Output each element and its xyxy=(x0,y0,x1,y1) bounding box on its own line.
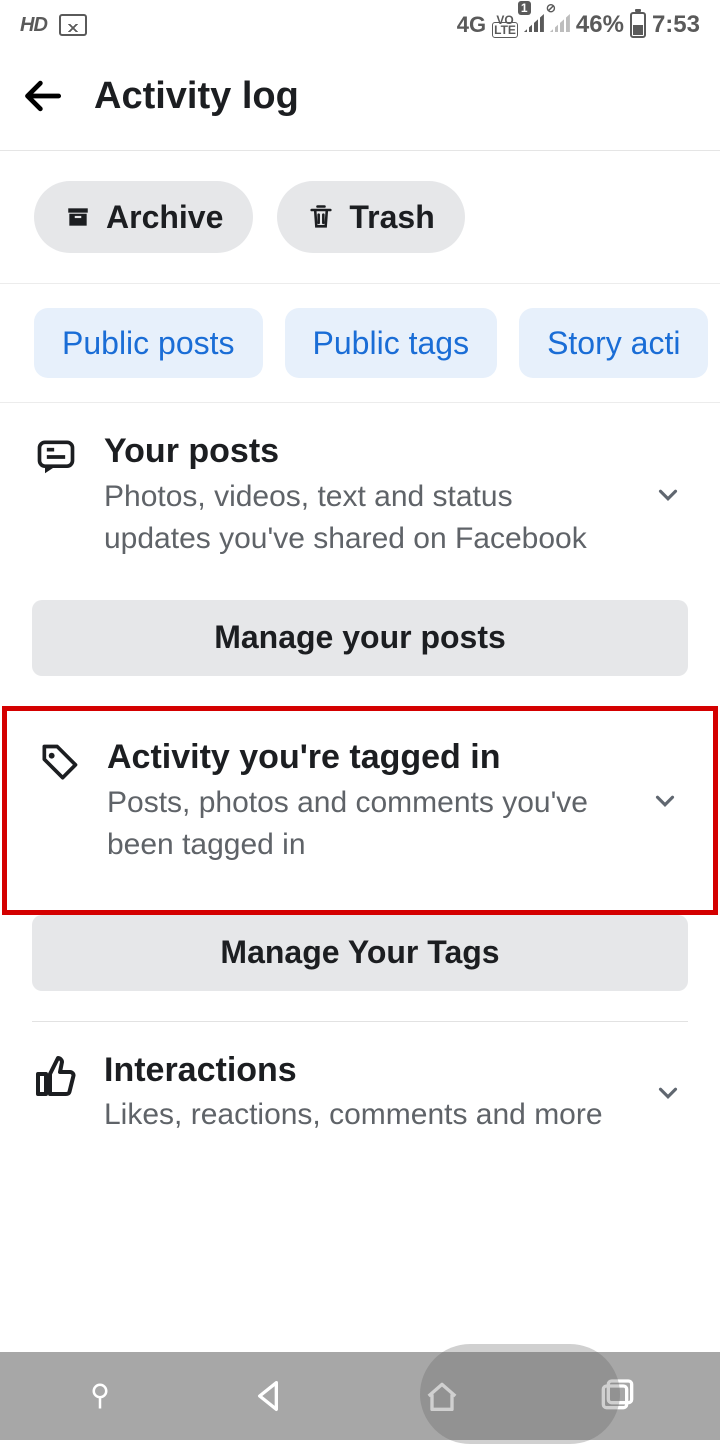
archive-icon xyxy=(64,204,92,230)
volte-icon: VOLTE xyxy=(492,15,518,35)
newspaper-icon xyxy=(34,435,78,479)
thumbs-up-icon xyxy=(32,1054,80,1102)
back-button[interactable] xyxy=(22,74,66,118)
manage-posts-button[interactable]: Manage your posts xyxy=(32,600,688,676)
status-bar: HD 4G VOLTE 1 ⊘ 46% 7:53 xyxy=(0,0,720,50)
your-posts-title: Your posts xyxy=(104,431,624,472)
trash-icon xyxy=(307,202,335,232)
back-nav-icon[interactable] xyxy=(248,1376,288,1416)
interactions-row[interactable]: Interactions Likes, reactions, comments … xyxy=(32,1050,688,1137)
tagged-desc: Posts, photos and comments you've been t… xyxy=(107,782,621,866)
your-posts-row[interactable]: Your posts Photos, videos, text and stat… xyxy=(32,431,688,560)
android-nav-bar xyxy=(0,1352,720,1440)
section-interactions: Interactions Likes, reactions, comments … xyxy=(0,1022,720,1137)
chevron-down-icon xyxy=(645,786,685,816)
assistant-icon[interactable] xyxy=(85,1374,115,1418)
manage-tags-container: Manage Your Tags xyxy=(0,915,720,991)
filter-chip-row[interactable]: Public posts Public tags Story acti xyxy=(0,284,720,403)
tagged-activity-row[interactable]: Activity you're tagged in Posts, photos … xyxy=(35,737,685,866)
archive-button[interactable]: Archive xyxy=(34,181,253,253)
interactions-title: Interactions xyxy=(104,1050,624,1091)
page-title: Activity log xyxy=(94,75,299,118)
sim1-badge: 1 xyxy=(518,1,531,15)
gallery-icon xyxy=(59,14,87,36)
tag-icon xyxy=(37,741,81,785)
signal-bars-sim1-icon xyxy=(524,14,544,32)
app-header: Activity log xyxy=(0,50,720,151)
sim2-no-signal-icon: ⊘ xyxy=(546,1,556,15)
chevron-down-icon xyxy=(648,1078,688,1108)
hd-indicator: HD xyxy=(20,14,47,37)
section-your-posts: Your posts Photos, videos, text and stat… xyxy=(0,403,720,676)
archive-label: Archive xyxy=(106,199,223,236)
interactions-desc: Likes, reactions, comments and more xyxy=(104,1094,624,1136)
trash-button[interactable]: Trash xyxy=(277,181,464,253)
action-pills-row: Archive Trash xyxy=(0,151,720,284)
trash-label: Trash xyxy=(349,199,434,236)
filter-story-activity[interactable]: Story acti xyxy=(519,308,708,378)
clock: 7:53 xyxy=(652,11,700,39)
filter-public-tags[interactable]: Public tags xyxy=(285,308,498,378)
network-type: 4G xyxy=(457,12,486,38)
battery-icon xyxy=(630,12,646,38)
signal-bars-sim2-icon xyxy=(550,14,570,32)
battery-percent: 46% xyxy=(576,11,624,39)
manage-tags-button[interactable]: Manage Your Tags xyxy=(32,915,688,991)
arrow-left-icon xyxy=(22,74,66,118)
your-posts-desc: Photos, videos, text and status updates … xyxy=(104,476,624,560)
highlighted-section: Activity you're tagged in Posts, photos … xyxy=(2,706,718,915)
chevron-down-icon xyxy=(648,480,688,510)
tagged-title: Activity you're tagged in xyxy=(107,737,621,778)
filter-public-posts[interactable]: Public posts xyxy=(34,308,263,378)
